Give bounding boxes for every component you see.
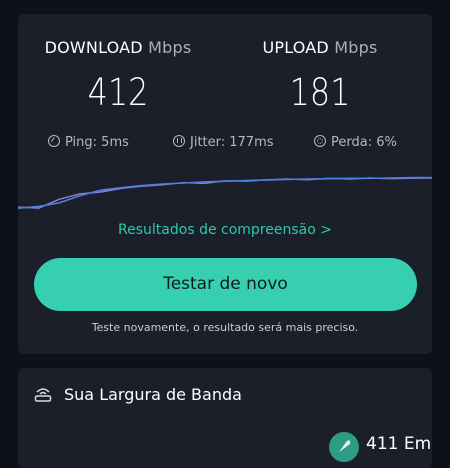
comprehensive-results-link[interactable]: Resultados de compreensão > [18, 222, 432, 238]
packet-loss-icon [314, 135, 326, 147]
upload-title: UPLOAD Mbps [220, 38, 420, 57]
download-metric: DOWNLOAD Mbps 412 [18, 38, 218, 114]
download-graph-line [18, 176, 432, 209]
rocket-icon [329, 432, 359, 462]
upload-unit: Mbps [334, 38, 378, 57]
bandwidth-card[interactable]: Sua Largura de Banda 411 Em [18, 368, 432, 468]
router-icon [34, 388, 52, 402]
download-label: DOWNLOAD [44, 38, 143, 57]
upload-graph-line [18, 177, 432, 209]
bandwidth-header: Sua Largura de Banda [34, 385, 242, 404]
upload-label: UPLOAD [262, 38, 329, 57]
loss-text: Perda: 6% [331, 135, 397, 150]
upload-metric: UPLOAD Mbps 181 [220, 38, 420, 114]
ping-text: Ping: 5ms [65, 135, 129, 150]
download-value: 412 [87, 71, 149, 114]
download-unit: Mbps [148, 38, 192, 57]
retest-hint: Teste novamente, o resultado será mais p… [91, 321, 359, 334]
download-title: DOWNLOAD Mbps [18, 38, 218, 57]
loss-stat: Perda: 6% [314, 135, 397, 150]
bandwidth-title: Sua Largura de Banda [64, 385, 242, 404]
ping-icon [48, 135, 60, 147]
upload-value: 181 [289, 71, 351, 114]
speed-graph [18, 176, 432, 209]
retest-button[interactable]: Testar de novo [34, 258, 417, 311]
bandwidth-value: 411 Em [366, 434, 432, 454]
jitter-icon [173, 135, 185, 147]
jitter-text: Jitter: 177ms [190, 135, 274, 150]
ping-stat: Ping: 5ms [48, 135, 129, 150]
speed-result-card: DOWNLOAD Mbps 412 UPLOAD Mbps 181 Ping: … [18, 14, 432, 354]
jitter-stat: Jitter: 177ms [173, 135, 274, 150]
